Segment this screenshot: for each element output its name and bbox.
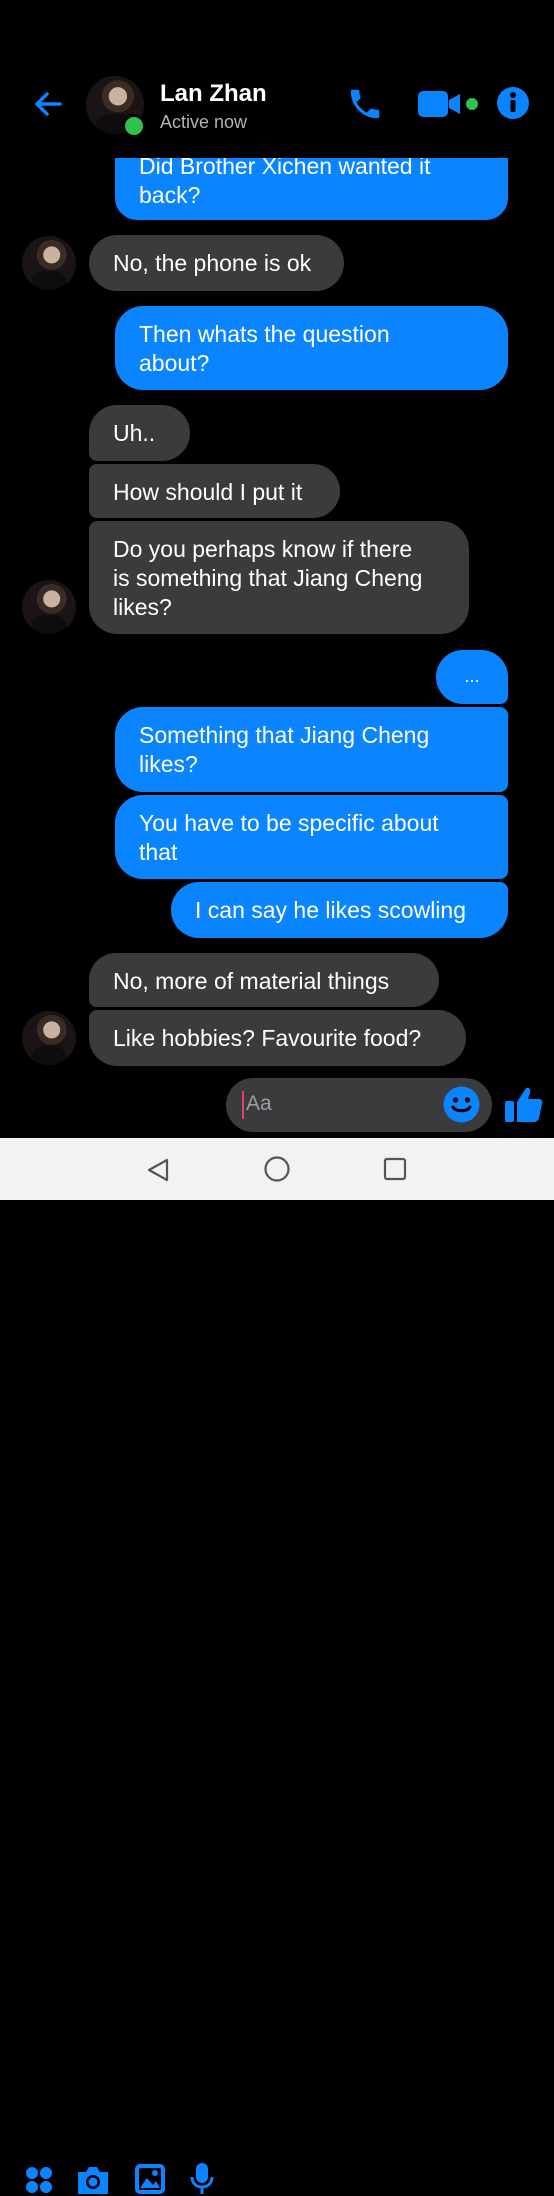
message-bubble-outgoing[interactable]: ... [436, 650, 508, 704]
message-bubble-outgoing[interactable]: You have to be specific about that [115, 795, 508, 879]
video-camera-icon[interactable] [418, 90, 462, 118]
recents-square-icon[interactable] [382, 1156, 408, 1182]
system-navigation-bar [0, 1138, 554, 1200]
phone-icon[interactable] [346, 85, 384, 123]
message-input-placeholder: Aa [246, 1092, 272, 1115]
conversation-header: Lan Zhan Active now [0, 0, 554, 158]
message-bubble-incoming[interactable]: Do you perhaps know if there is somethin… [89, 521, 469, 634]
home-circle-icon[interactable] [263, 1155, 291, 1183]
video-status-dot [466, 98, 478, 110]
thumbs-up-icon[interactable] [504, 1084, 544, 1124]
online-indicator [122, 114, 146, 138]
message-bubble-incoming[interactable]: No, more of material things [89, 953, 439, 1007]
camera-icon[interactable] [75, 2165, 111, 2195]
emoji-icon[interactable] [443, 1086, 480, 1123]
microphone-icon[interactable] [190, 2162, 214, 2196]
contact-name[interactable]: Lan Zhan [160, 80, 267, 108]
back-arrow-icon[interactable] [30, 86, 66, 122]
menu-dots-icon[interactable] [24, 2165, 54, 2195]
text-cursor [242, 1091, 244, 1119]
message-bubble-incoming[interactable]: Uh.. [89, 405, 190, 461]
message-bubble-incoming[interactable]: Like hobbies? Favourite food? [89, 1010, 466, 1066]
message-bubble-incoming[interactable]: No, the phone is ok [89, 235, 344, 291]
message-bubble-incoming[interactable]: How should I put it [89, 464, 340, 518]
back-triangle-icon[interactable] [145, 1157, 171, 1183]
message-bubble-outgoing[interactable]: I can say he likes scowling [171, 882, 508, 938]
message-bubble-outgoing[interactable]: Then whats the question about? [115, 306, 508, 390]
info-icon[interactable] [496, 86, 530, 120]
sender-avatar [22, 1011, 76, 1065]
gallery-icon[interactable] [134, 2163, 166, 2195]
sender-avatar [22, 236, 76, 290]
sender-avatar [22, 580, 76, 634]
message-bubble-outgoing[interactable]: Something that Jiang Cheng likes? [115, 707, 508, 792]
active-status: Active now [160, 112, 248, 132]
